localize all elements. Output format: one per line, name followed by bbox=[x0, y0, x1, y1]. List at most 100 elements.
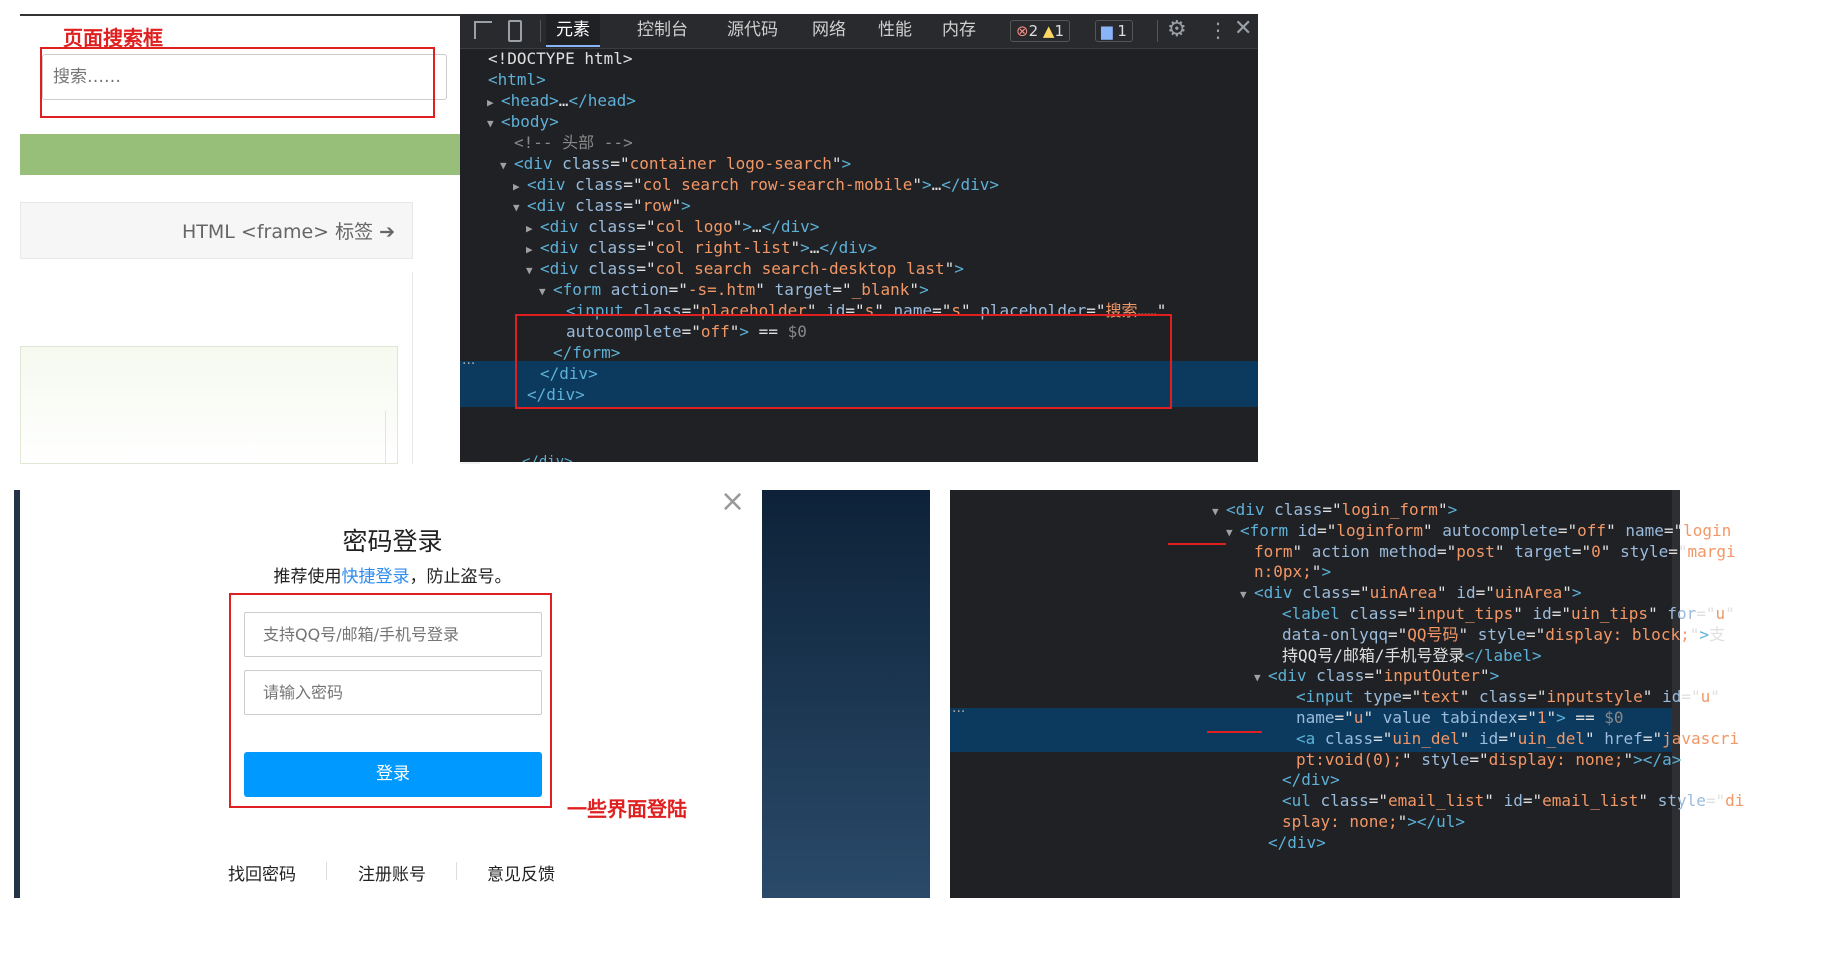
code-token: " bbox=[1437, 500, 1448, 519]
expand-down-icon[interactable]: ▼ bbox=[1226, 521, 1240, 545]
toolbar-separator bbox=[540, 20, 541, 42]
settings-gear-icon[interactable]: ⚙ bbox=[1167, 17, 1187, 42]
code-token: " bbox=[1546, 708, 1557, 727]
code-token: <form bbox=[553, 280, 611, 299]
code-token: =" bbox=[1571, 541, 1592, 561]
code-token: href bbox=[1604, 728, 1643, 748]
code-token: style bbox=[1657, 791, 1706, 811]
code-token: " bbox=[1397, 812, 1408, 831]
code-token: style bbox=[1620, 541, 1669, 561]
code-token: " bbox=[1689, 624, 1700, 644]
code-token: </div> bbox=[819, 238, 878, 257]
code-token: ></a> bbox=[1633, 749, 1682, 769]
code-token: " bbox=[1459, 728, 1480, 748]
input-underline bbox=[1207, 731, 1262, 733]
dom-node-line[interactable]: </div> bbox=[1254, 831, 1326, 855]
code-token: class bbox=[1274, 500, 1323, 519]
code-token: for bbox=[1667, 604, 1697, 623]
issues-counter[interactable]: ⊗2 ▲1 bbox=[1010, 20, 1070, 42]
inspect-icon[interactable] bbox=[474, 21, 492, 39]
code-token: name bbox=[1296, 708, 1335, 727]
expand-down-icon[interactable]: ▼ bbox=[1212, 500, 1226, 524]
code-token: </div> bbox=[941, 175, 1000, 194]
expand-down-icon[interactable]: ▼ bbox=[1254, 666, 1268, 690]
code-token: > bbox=[919, 280, 929, 299]
expand-down-icon[interactable]: ▼ bbox=[500, 154, 514, 178]
code-token: data-onlyqq bbox=[1282, 624, 1388, 644]
quick-login-link[interactable]: 快捷登录 bbox=[342, 567, 410, 587]
code-token: uin_tips bbox=[1571, 604, 1649, 623]
code-token: > bbox=[1571, 583, 1582, 603]
code-token: login_form bbox=[1341, 500, 1438, 519]
code-token: " bbox=[1484, 791, 1504, 811]
tab-memory[interactable]: 内存 bbox=[932, 14, 986, 47]
code-token: col logo bbox=[655, 217, 733, 236]
subtitle-prefix: 推荐使用 bbox=[273, 567, 342, 587]
code-token: </div> bbox=[1268, 832, 1326, 852]
footer-link-feedback[interactable]: 意见反馈 bbox=[487, 860, 555, 885]
toolbar-separator-2 bbox=[1157, 20, 1158, 42]
code-token: margi bbox=[1687, 541, 1736, 561]
login-title: 密码登录 bbox=[342, 527, 443, 556]
cut-off-line: </div> bbox=[522, 454, 573, 462]
code-token: =" bbox=[1696, 604, 1716, 623]
code-token: type bbox=[1363, 687, 1402, 707]
code-token: =" bbox=[1469, 749, 1489, 769]
more-options-icon[interactable]: ⋮ bbox=[1208, 18, 1228, 42]
code-token: " bbox=[790, 238, 801, 257]
code-token: <body> bbox=[501, 112, 559, 131]
expand-down-icon[interactable]: ▼ bbox=[1240, 583, 1254, 607]
code-token: =" bbox=[1551, 604, 1571, 623]
code-token: … bbox=[809, 238, 820, 257]
code-token: splay: none; bbox=[1282, 812, 1398, 831]
code-token: off bbox=[1577, 520, 1607, 540]
tab-console[interactable]: 控制台 bbox=[627, 14, 698, 47]
footer-link-register[interactable]: 注册账号 bbox=[358, 860, 426, 885]
tab-sources[interactable]: 源代码 bbox=[717, 14, 788, 47]
code-token: target bbox=[1514, 541, 1572, 561]
expand-down-icon[interactable]: ▼ bbox=[539, 280, 553, 304]
code-token: class bbox=[588, 259, 637, 278]
code-token: <html> bbox=[488, 70, 546, 89]
code-token: =" bbox=[1322, 500, 1342, 519]
tab-performance[interactable]: 性能 bbox=[868, 14, 922, 47]
code-token: <div bbox=[527, 175, 576, 194]
close-devtools-icon[interactable]: ✕ bbox=[1234, 16, 1252, 41]
code-token: inputOuter bbox=[1383, 666, 1480, 686]
code-token: =" bbox=[1437, 541, 1457, 561]
code-token: style bbox=[1421, 749, 1470, 769]
dom-node-line[interactable]: pt:void(0);" style="display: none;"></a> bbox=[1282, 748, 1681, 772]
code-token: id bbox=[1532, 604, 1552, 623]
messages-counter[interactable]: ▆ 1 bbox=[1095, 20, 1133, 42]
code-token: input_tips bbox=[1416, 604, 1514, 623]
code-token: class bbox=[1324, 728, 1374, 748]
code-token: " bbox=[1623, 749, 1634, 769]
code-token: " bbox=[1292, 541, 1312, 561]
code-token: <div bbox=[1226, 500, 1275, 519]
tab-elements[interactable]: 元素 bbox=[546, 14, 600, 47]
code-token: > bbox=[1556, 708, 1566, 727]
code-token: > bbox=[1489, 666, 1500, 686]
code-token: <div bbox=[527, 196, 576, 215]
next-page-link[interactable]: HTML <frame> 标签 ➔ bbox=[182, 217, 395, 244]
code-token: =" bbox=[1527, 687, 1547, 707]
code-token: <ul bbox=[1282, 791, 1321, 811]
expand-down-icon[interactable]: ▼ bbox=[487, 112, 501, 136]
code-token: " bbox=[1513, 604, 1533, 623]
code-token: action bbox=[610, 280, 669, 299]
code-token: id bbox=[1503, 791, 1523, 811]
device-toggle-icon[interactable] bbox=[508, 20, 522, 42]
code-token: <!-- 头部 --> bbox=[514, 133, 633, 152]
code-token: u bbox=[1715, 604, 1726, 623]
footer-link-recover[interactable]: 找回密码 bbox=[228, 860, 296, 885]
tab-network[interactable]: 网络 bbox=[802, 14, 856, 47]
dialog-close-icon[interactable]: × bbox=[720, 484, 745, 519]
code-token: class bbox=[1349, 604, 1398, 623]
code-token: text bbox=[1421, 687, 1460, 707]
code-token: <div bbox=[540, 217, 589, 236]
expand-down-icon[interactable]: ▼ bbox=[526, 259, 540, 283]
code-token: … bbox=[751, 217, 762, 236]
expand-down-icon[interactable]: ▼ bbox=[513, 196, 527, 220]
code-token: " bbox=[1642, 687, 1663, 707]
content-panel-inner bbox=[20, 411, 386, 464]
